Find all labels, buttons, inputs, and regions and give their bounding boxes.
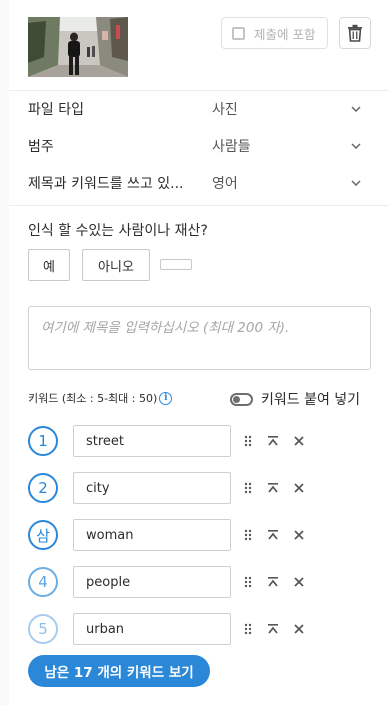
keyword-number: 4 [28, 567, 58, 597]
trash-icon [348, 24, 362, 42]
remove-icon[interactable] [292, 575, 306, 589]
chevron-down-icon[interactable] [349, 176, 363, 190]
keyword-input[interactable]: city [73, 472, 231, 504]
info-icon[interactable]: i [159, 391, 173, 405]
thumbnail-image[interactable] [28, 17, 128, 77]
divider [9, 205, 389, 206]
language-value[interactable]: 영어 [212, 173, 349, 193]
remove-icon[interactable] [292, 528, 306, 542]
category-row[interactable]: 범주 사람들 [28, 134, 363, 158]
category-value[interactable]: 사람들 [212, 136, 349, 156]
chevron-down-icon[interactable] [349, 102, 363, 116]
keywords-header-label: 키워드 (최소 : 5-최대 : 50) [28, 392, 158, 405]
language-row[interactable]: 제목과 키워드를 쓰고 있... 영어 [28, 171, 363, 195]
keyword-row: 삼 woman [28, 519, 373, 551]
drag-handle-icon[interactable] [241, 481, 255, 495]
toggle-icon[interactable] [230, 392, 253, 406]
recognizable-question: 인식 할 수있는 사람이나 재산? [28, 223, 208, 239]
move-to-top-icon[interactable] [266, 481, 280, 495]
show-more-keywords-button[interactable]: 남은 17 개의 키워드 보기 [28, 655, 210, 687]
move-to-top-icon[interactable] [266, 434, 280, 448]
drag-handle-icon[interactable] [241, 434, 255, 448]
third-option-button[interactable] [160, 259, 192, 270]
keywords-header: 키워드 (최소 : 5-최대 : 50) i [28, 390, 173, 406]
paste-keywords-label: 키워드 붙여 넣기 [261, 392, 361, 408]
drag-handle-icon[interactable] [241, 575, 255, 589]
move-to-top-icon[interactable] [266, 575, 280, 589]
include-in-submission-button[interactable]: 제출에 포함 [221, 17, 328, 49]
keyword-input[interactable]: urban [73, 613, 231, 645]
title-input[interactable]: 여기에 제목을 입력하십시오 (최대 200 자). [28, 306, 371, 370]
file-type-value[interactable]: 사진 [212, 99, 349, 119]
keyword-row: 2 city [28, 472, 373, 504]
street-photo-icon [28, 17, 128, 77]
no-button[interactable]: 아니오 [82, 249, 150, 281]
keyword-row: 1 street [28, 425, 373, 457]
keyword-row: 4 people [28, 566, 373, 598]
keyword-input[interactable]: people [73, 566, 231, 598]
checkbox-icon[interactable] [232, 26, 245, 40]
yes-button[interactable]: 예 [28, 249, 70, 281]
keyword-row: 5 urban [28, 613, 373, 645]
category-label: 범주 [28, 139, 54, 155]
move-to-top-icon[interactable] [266, 622, 280, 636]
file-type-label: 파일 타입 [28, 102, 84, 118]
keyword-number: 2 [28, 473, 58, 503]
keyword-number: 5 [28, 614, 58, 644]
delete-button[interactable] [339, 17, 371, 49]
asset-details-panel: 제출에 포함 파일 타입 사진 범주 사람들 제목과 키워드를 쓰고 있... … [9, 0, 389, 705]
keyword-number: 1 [28, 426, 58, 456]
language-label: 제목과 키워드를 쓰고 있... [28, 176, 184, 192]
keyword-number: 삼 [28, 520, 58, 550]
move-to-top-icon[interactable] [266, 528, 280, 542]
divider [9, 90, 389, 91]
remove-icon[interactable] [292, 481, 306, 495]
drag-handle-icon[interactable] [241, 528, 255, 542]
keyword-input[interactable]: street [73, 425, 231, 457]
keyword-input[interactable]: woman [73, 519, 231, 551]
include-in-submission-label: 제출에 포함 [254, 26, 316, 42]
chevron-down-icon[interactable] [349, 139, 363, 153]
paste-keywords-toggle[interactable]: 키워드 붙여 넣기 [230, 389, 360, 409]
remove-icon[interactable] [292, 622, 306, 636]
file-type-row[interactable]: 파일 타입 사진 [28, 97, 363, 121]
remove-icon[interactable] [292, 434, 306, 448]
drag-handle-icon[interactable] [241, 622, 255, 636]
